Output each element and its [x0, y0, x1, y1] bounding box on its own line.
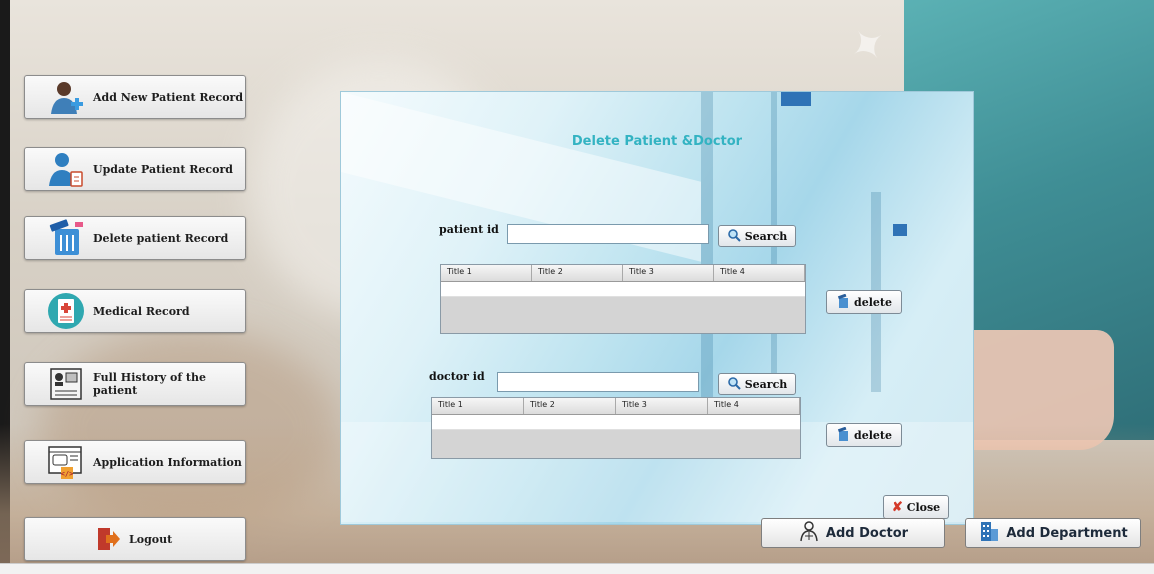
- delete-patient-button[interactable]: Delete patient Record: [24, 216, 246, 260]
- patient-delete-label: delete: [854, 295, 892, 309]
- watermark: ✦: [838, 13, 900, 78]
- logout-icon: [95, 526, 121, 552]
- medical-record-icon: [47, 292, 85, 330]
- dialog-title: Delete Patient &Doctor: [571, 134, 743, 149]
- patient-id-input[interactable]: [507, 224, 709, 244]
- application-window-icon: </>: [47, 443, 85, 481]
- add-department-label: Add Department: [1006, 525, 1128, 541]
- doctor-table-header: Title 1 Title 2 Title 3 Title 4: [432, 398, 800, 415]
- application-information-button[interactable]: </> Application Information: [24, 440, 246, 484]
- add-patient-label: Add New Patient Record: [93, 90, 244, 104]
- status-strip: [0, 563, 1154, 574]
- patient-delete-button[interactable]: delete: [826, 290, 902, 314]
- building-icon: [978, 520, 1000, 546]
- doctor-id-input[interactable]: [497, 372, 699, 392]
- application-information-label: Application Information: [93, 455, 242, 469]
- delete-icon: [836, 426, 850, 444]
- doctor-table-column[interactable]: Title 1: [432, 398, 524, 414]
- search-icon: [727, 376, 741, 393]
- patient-id-label: patient id: [439, 223, 499, 236]
- search-icon: [727, 228, 741, 245]
- add-department-button[interactable]: Add Department: [965, 518, 1141, 548]
- user-edit-icon: [47, 150, 85, 188]
- table-row[interactable]: [432, 415, 800, 430]
- patient-card-icon: [47, 365, 85, 403]
- close-icon: ✘: [891, 499, 903, 515]
- doctor-search-label: Search: [744, 377, 788, 391]
- patient-table-column[interactable]: Title 3: [623, 265, 714, 281]
- doctor-table-column[interactable]: Title 2: [524, 398, 616, 414]
- add-doctor-button[interactable]: Add Doctor: [761, 518, 945, 548]
- doctor-delete-label: delete: [854, 428, 892, 442]
- add-patient-button[interactable]: Add New Patient Record: [24, 75, 246, 119]
- logout-label: Logout: [129, 532, 173, 546]
- full-history-label: Full History of the patient: [93, 371, 206, 397]
- delete-patient-label: Delete patient Record: [93, 231, 229, 245]
- delete-icon: [836, 293, 850, 311]
- hall-sign: [893, 224, 907, 236]
- hall-sign: [781, 92, 811, 106]
- update-patient-button[interactable]: Update Patient Record: [24, 147, 246, 191]
- logout-button[interactable]: Logout: [24, 517, 246, 561]
- trash-icon: [47, 219, 85, 257]
- medical-record-label: Medical Record: [93, 304, 190, 318]
- table-row[interactable]: [441, 282, 805, 297]
- doctor-table-column[interactable]: Title 3: [616, 398, 708, 414]
- svg-text:</>: </>: [61, 470, 74, 478]
- patient-table-column[interactable]: Title 1: [441, 265, 532, 281]
- patient-search-button[interactable]: Search: [718, 225, 796, 247]
- delete-patient-doctor-dialog: Delete Patient &Doctor patient id Search…: [340, 91, 974, 525]
- patient-table-column[interactable]: Title 2: [532, 265, 623, 281]
- patient-table-header: Title 1 Title 2 Title 3 Title 4: [441, 265, 805, 282]
- medical-record-button[interactable]: Medical Record: [24, 289, 246, 333]
- doctor-search-button[interactable]: Search: [718, 373, 796, 395]
- update-patient-label: Update Patient Record: [93, 162, 233, 176]
- doctor-table[interactable]: Title 1 Title 2 Title 3 Title 4: [431, 397, 801, 459]
- patient-table-column[interactable]: Title 4: [714, 265, 805, 281]
- patient-table[interactable]: Title 1 Title 2 Title 3 Title 4: [440, 264, 806, 334]
- add-user-icon: [47, 78, 85, 116]
- patient-search-label: Search: [744, 229, 788, 243]
- doctor-delete-button[interactable]: delete: [826, 423, 902, 447]
- full-history-button[interactable]: Full History of the patient: [24, 362, 246, 406]
- doctor-id-label: doctor id: [429, 370, 485, 383]
- doctor-icon: [798, 520, 820, 546]
- doctor-table-column[interactable]: Title 4: [708, 398, 800, 414]
- close-label: Close: [906, 500, 941, 514]
- close-button[interactable]: ✘ Close: [883, 495, 949, 519]
- add-doctor-label: Add Doctor: [825, 525, 909, 541]
